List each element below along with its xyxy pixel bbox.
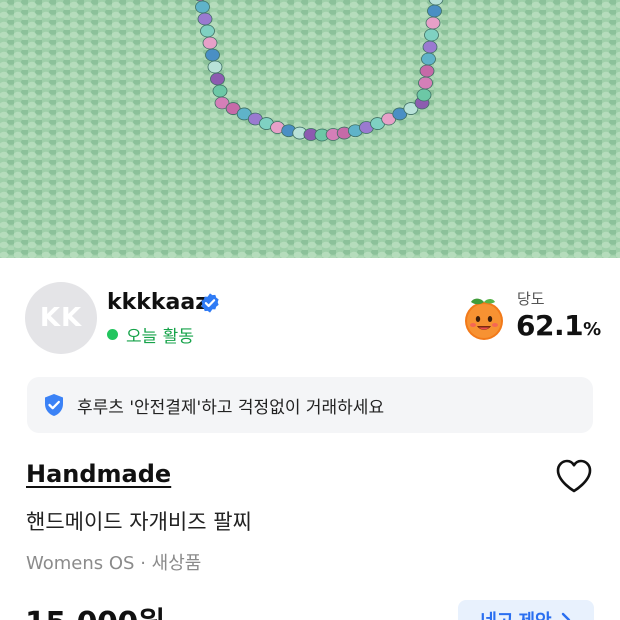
bead <box>418 76 433 90</box>
product-title: 핸드메이드 자개비즈 팔찌 <box>26 510 252 534</box>
price: 15,000원 <box>25 598 165 620</box>
product-meta: Womens OS · 새상품 <box>26 553 202 574</box>
shield-check-icon <box>45 394 63 416</box>
seller-avatar[interactable]: KK <box>25 282 97 354</box>
seller-activity-status: 오늘 활동 <box>107 322 194 347</box>
peach-icon <box>465 298 503 340</box>
bead <box>419 64 435 78</box>
temperature-label: 당도 <box>517 290 545 308</box>
temperature-value: 62.1% <box>516 309 601 342</box>
bead <box>422 40 438 54</box>
bead <box>200 24 215 38</box>
bead <box>210 72 225 86</box>
avatar-initials: KK <box>39 303 83 333</box>
bead <box>202 36 218 50</box>
product-photo-graphic <box>0 0 620 258</box>
bead <box>212 84 228 98</box>
seller-name[interactable]: kkkkaaz <box>107 290 208 315</box>
price-offer-button[interactable]: 네고 제안 <box>458 600 594 620</box>
temperature-number: 62.1 <box>516 309 584 342</box>
temperature-unit: % <box>583 319 601 340</box>
bead <box>195 0 210 14</box>
heart-icon[interactable] <box>555 458 593 494</box>
bead <box>207 60 223 74</box>
bead <box>424 28 439 42</box>
brand-link[interactable]: Handmade <box>26 460 171 488</box>
bead <box>205 48 220 62</box>
activity-text: 오늘 활동 <box>126 327 194 347</box>
online-dot-icon <box>107 329 118 340</box>
bead <box>425 16 441 30</box>
bead <box>421 52 436 66</box>
bead <box>427 4 442 18</box>
bead <box>416 88 432 102</box>
safe-payment-text: 후루츠 '안전결제'하고 걱정없이 거래하세요 <box>77 397 385 418</box>
offer-label: 네고 제안 <box>480 607 551 620</box>
verified-badge-icon <box>201 293 219 313</box>
product-photo[interactable] <box>0 0 620 258</box>
chevron-right-icon <box>561 612 570 620</box>
bead <box>197 12 213 26</box>
safe-payment-banner[interactable]: 후루츠 '안전결제'하고 걱정없이 거래하세요 <box>27 377 593 433</box>
